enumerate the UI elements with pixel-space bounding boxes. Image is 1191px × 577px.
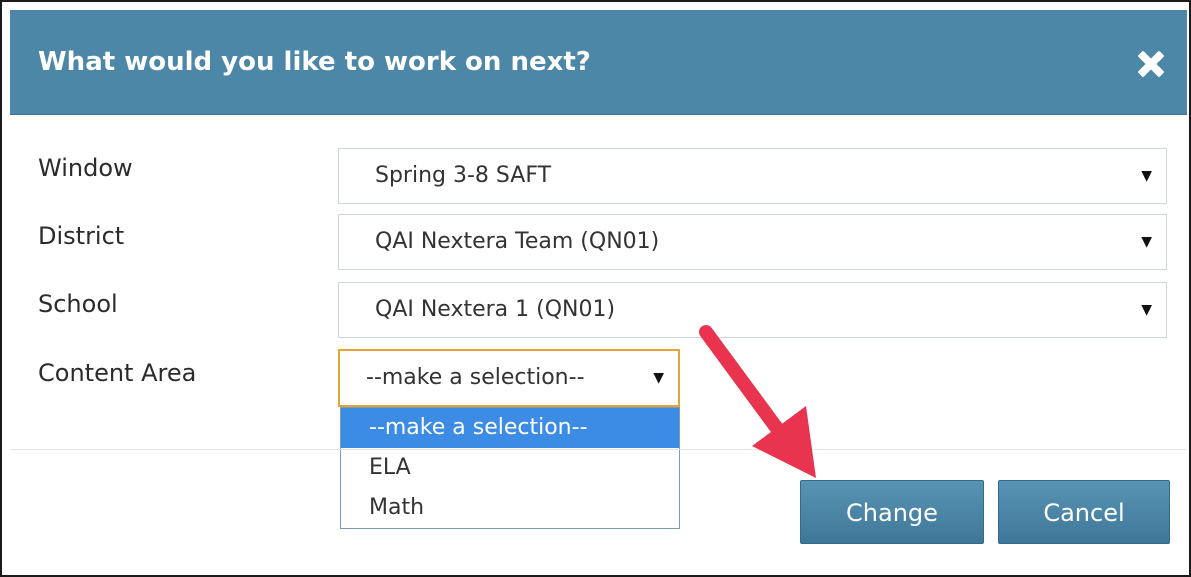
content-area-label: Content Area [38,359,197,387]
district-label: District [38,222,125,250]
dropdown-option-math[interactable]: Math [341,488,679,528]
content-area-select[interactable]: --make a selection-- ▼ [338,349,680,407]
district-select-value: QAI Nextera Team (QN01) [375,229,660,254]
annotation-arrow-icon [699,325,816,478]
dropdown-arrow-icon: ▼ [1141,168,1152,184]
dropdown-option-ela[interactable]: ELA [341,448,679,488]
dialog-title: What would you like to work on next? [38,47,591,77]
content-area-select-value: --make a selection-- [366,365,585,390]
close-icon[interactable] [1133,46,1169,82]
content-area-dropdown-list: --make a selection-- ELA Math [340,407,680,529]
dropdown-arrow-icon: ▼ [653,370,664,386]
dialog-header: What would you like to work on next? [10,10,1187,115]
school-select-value: QAI Nextera 1 (QN01) [375,297,616,322]
district-select[interactable]: QAI Nextera Team (QN01) ▼ [338,214,1167,270]
footer-divider [10,449,1187,450]
dropdown-option-make-a-selection[interactable]: --make a selection-- [341,408,679,448]
window-select[interactable]: Spring 3-8 SAFT ▼ [338,148,1167,204]
window-label: Window [38,154,133,182]
dropdown-arrow-icon: ▼ [1141,234,1152,250]
dropdown-arrow-icon: ▼ [1141,302,1152,318]
school-label: School [38,290,118,318]
window-select-value: Spring 3-8 SAFT [375,163,552,188]
cancel-button[interactable]: Cancel [998,480,1170,544]
